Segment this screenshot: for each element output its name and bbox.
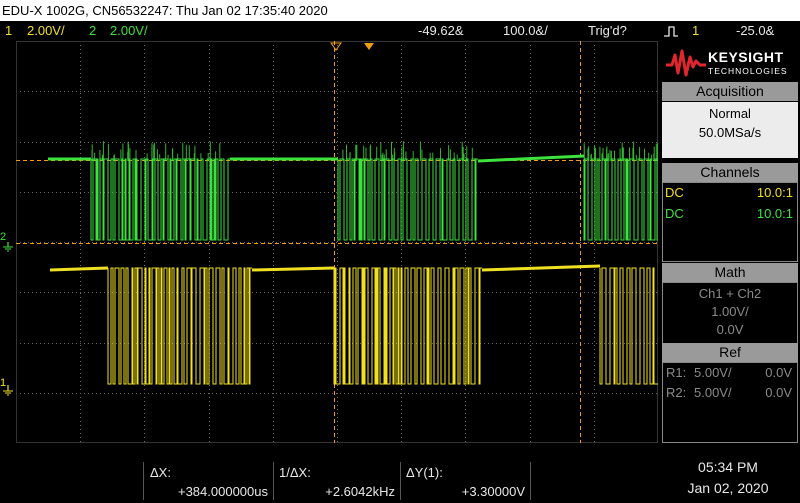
time-scale[interactable]: 100.0&/ <box>503 21 548 41</box>
ref-r2-offset: 0.0V <box>765 385 792 400</box>
waveform-display[interactable] <box>16 41 658 443</box>
trigger-level[interactable]: -25.0& <box>736 21 774 41</box>
ch2-scale[interactable]: 2.00V/ <box>110 21 148 41</box>
inv-delta-x-value: +2.6042kHz <box>325 484 395 499</box>
ref-header[interactable]: Ref <box>662 343 798 362</box>
ch1-idle-level <box>251 266 335 272</box>
waveform-glitch <box>342 141 473 161</box>
delay-marker <box>364 43 374 50</box>
trigger-state: Trig'd? <box>588 23 627 38</box>
math-offset: 0.0V <box>716 322 744 337</box>
ch2-number[interactable]: 2 <box>89 21 96 41</box>
channels-header[interactable]: Channels <box>662 163 798 182</box>
ch2-idle-level <box>477 154 585 163</box>
ch1-idle-level <box>481 264 601 272</box>
ch1-number[interactable]: 1 <box>5 21 12 41</box>
acquisition-header[interactable]: Acquisition <box>662 82 798 101</box>
trigger-edge-icon <box>663 24 679 38</box>
window-title: EDU-X 1002G, CN56532247: Thu Jan 02 17:3… <box>0 0 800 21</box>
waveform-burst <box>90 158 230 241</box>
waveform-canvas <box>16 41 658 443</box>
waveform-burst <box>333 267 482 385</box>
ch2-coupling: DC <box>665 206 684 221</box>
ch1-idle-level <box>49 266 109 272</box>
ch1-ground-marker[interactable]: 1 <box>0 375 16 399</box>
ref-r1-offset: 0.0V <box>765 365 792 380</box>
waveform-glitch <box>91 141 221 161</box>
math-scale: 1.00V/ <box>711 304 749 319</box>
waveform-burst <box>337 158 478 241</box>
status-bar: 1 2.00V/ 2 2.00V/ -49.62& 100.0&/ Trig'd… <box>0 21 800 41</box>
trigger-position-marker <box>330 42 342 51</box>
waveform-glitch <box>583 141 658 161</box>
brand-sub: TECHNOLOGIES <box>708 66 788 76</box>
clock-time: 05:34 PM <box>698 459 758 475</box>
delta-x-label: ΔX: <box>150 465 171 480</box>
ref-r2-scale: 5.00V/ <box>694 385 732 400</box>
waveform-burst <box>583 158 658 241</box>
delta-y-value: +3.30000V <box>461 484 525 499</box>
ch1-probe: 10.0:1 <box>756 185 793 200</box>
inv-delta-x-label: 1/ΔX: <box>279 465 311 480</box>
acquisition-mode: Normal <box>709 106 751 121</box>
divider <box>530 462 531 500</box>
ch1-coupling: DC <box>665 185 684 200</box>
time-delay[interactable]: -49.62& <box>418 21 464 41</box>
ch2-ground-marker[interactable]: 2 <box>0 231 16 254</box>
ch1-marker-label: 1 <box>0 377 7 389</box>
math-body[interactable]: Ch1 + Ch2 1.00V/ 0.0V <box>662 282 798 344</box>
divider <box>273 462 274 500</box>
trigger-source[interactable]: 1 <box>692 21 699 41</box>
acquisition-rate: 50.0MSa/s <box>698 125 762 140</box>
delta-y-label: ΔY(1): <box>406 465 443 480</box>
math-function: Ch1 + Ch2 <box>698 286 762 301</box>
ch2-marker-label: 2 <box>0 231 7 243</box>
divider <box>400 462 401 500</box>
math-header[interactable]: Math <box>662 263 798 282</box>
ch1-scale[interactable]: 2.00V/ <box>27 21 65 41</box>
ref-r1-scale: 5.00V/ <box>694 365 732 380</box>
ref-r2-name: R2: <box>666 385 687 400</box>
delta-x-value: +384.000000us <box>177 484 268 499</box>
waveform-burst <box>107 267 252 385</box>
channels-body[interactable]: DC 10.0:1 DC 10.0:1 <box>662 182 798 262</box>
divider <box>143 462 144 500</box>
ref-r1-name: R1: <box>666 365 687 380</box>
waveform-burst <box>599 267 658 385</box>
side-panel: KEYSIGHT TECHNOLOGIES Acquisition Normal… <box>660 41 800 443</box>
keysight-wave-icon <box>666 49 706 77</box>
brand-name: KEYSIGHT <box>708 49 784 65</box>
ref-body[interactable]: R1: 5.00V/ 0.0V R2: 5.00V/ 0.0V <box>662 362 798 443</box>
ch2-probe: 10.0:1 <box>756 206 793 221</box>
clock-date: Jan 02, 2020 <box>687 480 769 496</box>
acquisition-body[interactable]: Normal 50.0MSa/s <box>662 102 798 158</box>
keysight-logo: KEYSIGHT TECHNOLOGIES <box>660 41 800 81</box>
